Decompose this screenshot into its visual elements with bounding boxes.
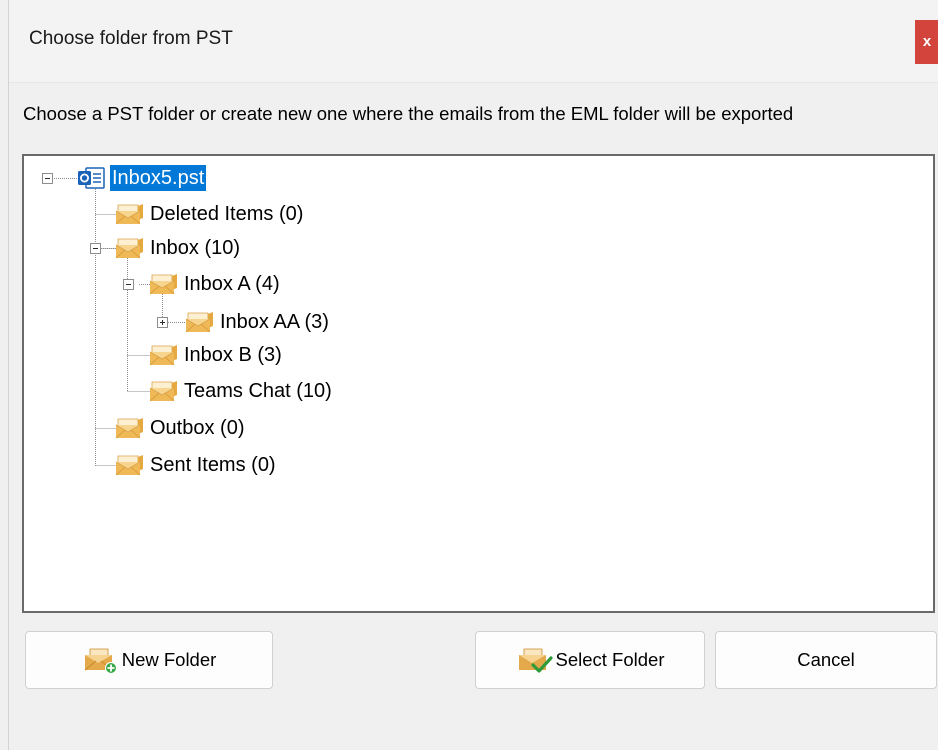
tree-node-inbox-a[interactable]: Inbox A (4) bbox=[148, 270, 282, 298]
cancel-label: Cancel bbox=[797, 649, 855, 670]
outlook-pst-icon bbox=[78, 167, 105, 189]
title-bar: Choose folder from PST x bbox=[9, 0, 938, 83]
tree-node-label: Deleted Items (0) bbox=[150, 203, 304, 225]
tree-node-label: Inbox5.pst bbox=[110, 165, 207, 191]
new-folder-button[interactable]: New Folder bbox=[25, 631, 273, 689]
tree-node-inbox[interactable]: Inbox (10) bbox=[114, 234, 242, 262]
tree-node-label: Inbox (10) bbox=[150, 237, 241, 259]
tree-node-label: Outbox (0) bbox=[150, 417, 245, 439]
tree-node-label: Inbox AA (3) bbox=[220, 311, 329, 333]
folder-envelope-icon bbox=[115, 418, 143, 439]
tree-node-root[interactable]: Inbox5.pst bbox=[76, 164, 207, 192]
expand-inbox-aa-toggle[interactable] bbox=[157, 317, 168, 328]
tree-node-label: Inbox B (3) bbox=[184, 344, 282, 366]
tree-node-deleted-items[interactable]: Deleted Items (0) bbox=[114, 200, 305, 228]
collapse-inbox-a-toggle[interactable] bbox=[123, 279, 134, 290]
tree-node-label: Teams Chat (10) bbox=[184, 380, 332, 402]
select-folder-label: Select Folder bbox=[555, 649, 665, 670]
tree-node-label: Sent Items (0) bbox=[150, 454, 276, 476]
close-button[interactable]: x bbox=[915, 20, 938, 64]
choose-folder-dialog: Choose folder from PST x Choose a PST fo… bbox=[8, 0, 938, 750]
collapse-root-toggle[interactable] bbox=[42, 173, 53, 184]
tree-node-sent-items[interactable]: Sent Items (0) bbox=[114, 451, 278, 479]
cancel-button[interactable]: Cancel bbox=[715, 631, 937, 689]
instruction-text: Choose a PST folder or create new one wh… bbox=[23, 103, 794, 124]
folder-tree[interactable]: Inbox5.pst Deleted Items (0) Inbox (10) … bbox=[22, 154, 935, 613]
tree-node-inbox-aa[interactable]: Inbox AA (3) bbox=[184, 308, 331, 336]
folder-envelope-icon bbox=[149, 381, 177, 402]
tree-node-outbox[interactable]: Outbox (0) bbox=[114, 414, 246, 442]
folder-envelope-icon bbox=[149, 345, 177, 366]
window-title: Choose folder from PST bbox=[29, 28, 233, 49]
collapse-inbox-toggle[interactable] bbox=[90, 243, 101, 254]
folder-envelope-icon bbox=[115, 204, 143, 225]
folder-envelope-icon bbox=[185, 312, 213, 333]
tree-node-label: Inbox A (4) bbox=[184, 273, 280, 295]
select-folder-icon bbox=[518, 648, 553, 673]
folder-envelope-icon bbox=[115, 455, 143, 476]
tree-node-inbox-b[interactable]: Inbox B (3) bbox=[148, 341, 284, 369]
tree-node-teams-chat[interactable]: Teams Chat (10) bbox=[148, 377, 334, 405]
folder-envelope-icon bbox=[115, 238, 143, 259]
folder-envelope-icon bbox=[149, 274, 177, 295]
new-folder-label: New Folder bbox=[121, 649, 217, 670]
new-folder-icon bbox=[84, 648, 117, 674]
select-folder-button[interactable]: Select Folder bbox=[475, 631, 705, 689]
